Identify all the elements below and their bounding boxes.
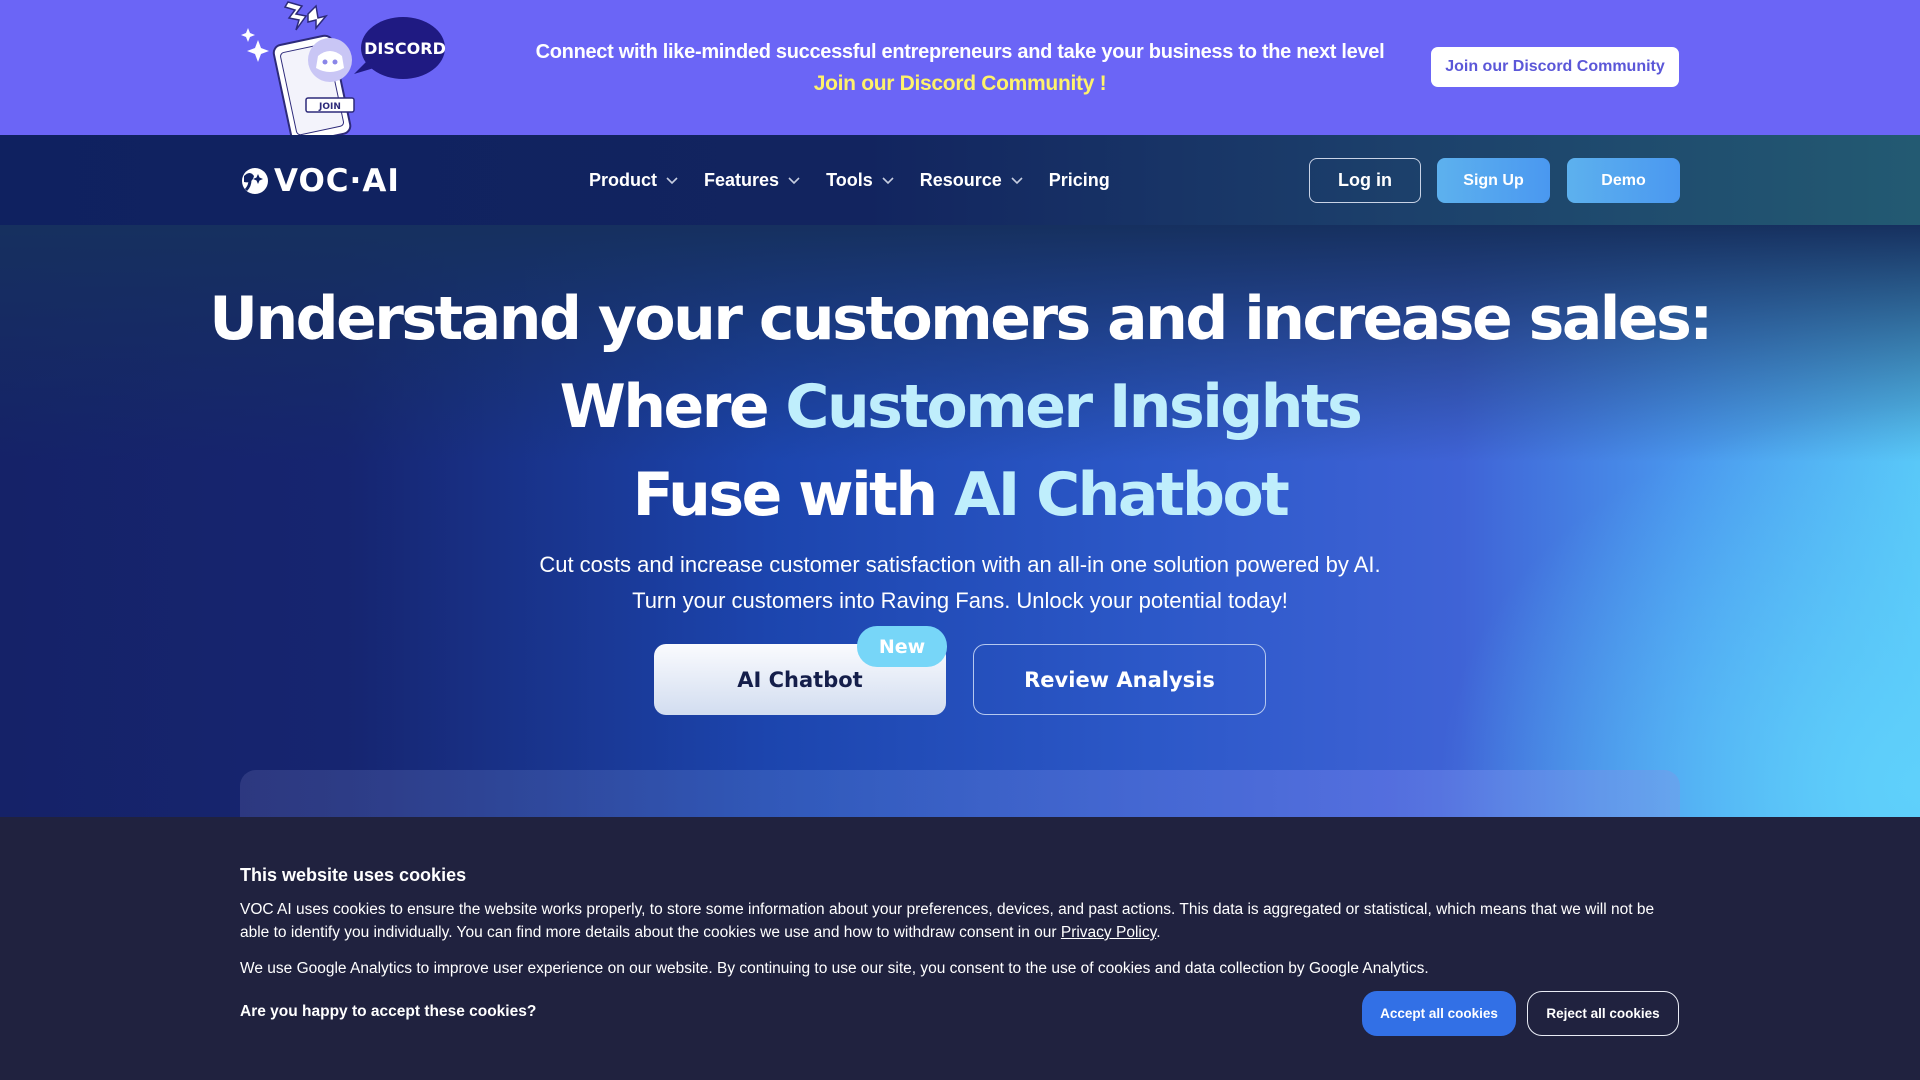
google-analytics-notice: We use Google Analytics to improve user … xyxy=(240,960,1429,977)
nav-item-resource[interactable]: Resource xyxy=(920,170,1024,191)
reject-all-cookies-button[interactable]: Reject all cookies xyxy=(1527,991,1679,1036)
nav-item-tools[interactable]: Tools xyxy=(826,170,895,191)
new-badge: New xyxy=(857,626,947,667)
headline-accent-ai-chatbot: AI Chatbot xyxy=(953,460,1290,530)
banner-tagline: Connect with like-minded successful entr… xyxy=(535,41,1385,63)
svg-text:DISCORD: DISCORD xyxy=(364,39,446,58)
subtitle-line-1: Cut costs and increase customer satisfac… xyxy=(539,552,1381,577)
cookie-consent-banner: This website uses cookies VOC AI uses co… xyxy=(0,817,1920,1080)
chevron-down-icon xyxy=(882,177,894,185)
headline-accent-customer-insights: Customer Insights xyxy=(785,372,1362,442)
cookie-description-text: VOC AI uses cookies to ensure the websit… xyxy=(240,901,1655,941)
nav-item-label: Tools xyxy=(826,169,873,190)
nav-item-features[interactable]: Features xyxy=(704,170,801,191)
svg-text:JOIN: JOIN xyxy=(318,102,341,112)
nav-item-product[interactable]: Product xyxy=(589,170,679,191)
headline-line-2-prefix: Where xyxy=(559,372,786,442)
cookie-description: VOC AI uses cookies to ensure the websit… xyxy=(240,898,1680,944)
review-analysis-button[interactable]: Review Analysis xyxy=(973,644,1266,715)
hero-subtitle: Cut costs and increase customer satisfac… xyxy=(0,547,1920,619)
chevron-down-icon xyxy=(788,177,800,185)
banner-text: Connect with like-minded successful entr… xyxy=(480,36,1440,100)
logo-mark-icon xyxy=(242,168,268,194)
headline-line-1: Understand your customers and increase s… xyxy=(209,284,1713,354)
demo-button[interactable]: Demo xyxy=(1567,158,1680,203)
hero-section: Understand your customers and increase s… xyxy=(0,225,1920,830)
top-navigation: VOC·AI Product Features Tools Resource P… xyxy=(0,135,1920,225)
nav-item-pricing[interactable]: Pricing xyxy=(1049,170,1110,191)
hero-headline: Understand your customers and increase s… xyxy=(0,275,1920,539)
discord-promo-banner: JOIN DISCORD Connect with like-minded su… xyxy=(0,0,1920,135)
nav-menu: Product Features Tools Resource Pricing xyxy=(589,135,1135,225)
discord-join-illustration: JOIN DISCORD xyxy=(241,1,446,135)
headline-line-2: Where Customer Insights xyxy=(0,363,1920,451)
headline-line-3: Fuse with AI Chatbot xyxy=(0,451,1920,539)
signup-button[interactable]: Sign Up xyxy=(1437,158,1550,203)
headline-line-3-prefix: Fuse with xyxy=(632,460,954,530)
nav-item-label: Pricing xyxy=(1048,169,1110,190)
login-button[interactable]: Log in xyxy=(1309,158,1421,203)
nav-item-label: Features xyxy=(704,169,780,190)
nav-item-label: Product xyxy=(589,169,658,190)
logo-text: VOC·AI xyxy=(274,163,400,199)
join-discord-button[interactable]: Join our Discord Community xyxy=(1431,47,1679,87)
chevron-down-icon xyxy=(666,177,678,185)
cookie-title: This website uses cookies xyxy=(240,865,467,885)
accept-all-cookies-button[interactable]: Accept all cookies xyxy=(1362,991,1516,1036)
banner-cta-text[interactable]: Join our Discord Community ! xyxy=(480,68,1440,100)
subtitle-line-2: Turn your customers into Raving Fans. Un… xyxy=(632,588,1288,613)
cookie-description-end: . xyxy=(1156,924,1161,941)
cookie-question: Are you happy to accept these cookies? xyxy=(240,1003,537,1020)
chevron-down-icon xyxy=(1011,177,1023,185)
nav-item-label: Resource xyxy=(919,169,1002,190)
voc-ai-logo[interactable]: VOC·AI xyxy=(240,163,400,199)
privacy-policy-link[interactable]: Privacy Policy xyxy=(1061,924,1156,941)
